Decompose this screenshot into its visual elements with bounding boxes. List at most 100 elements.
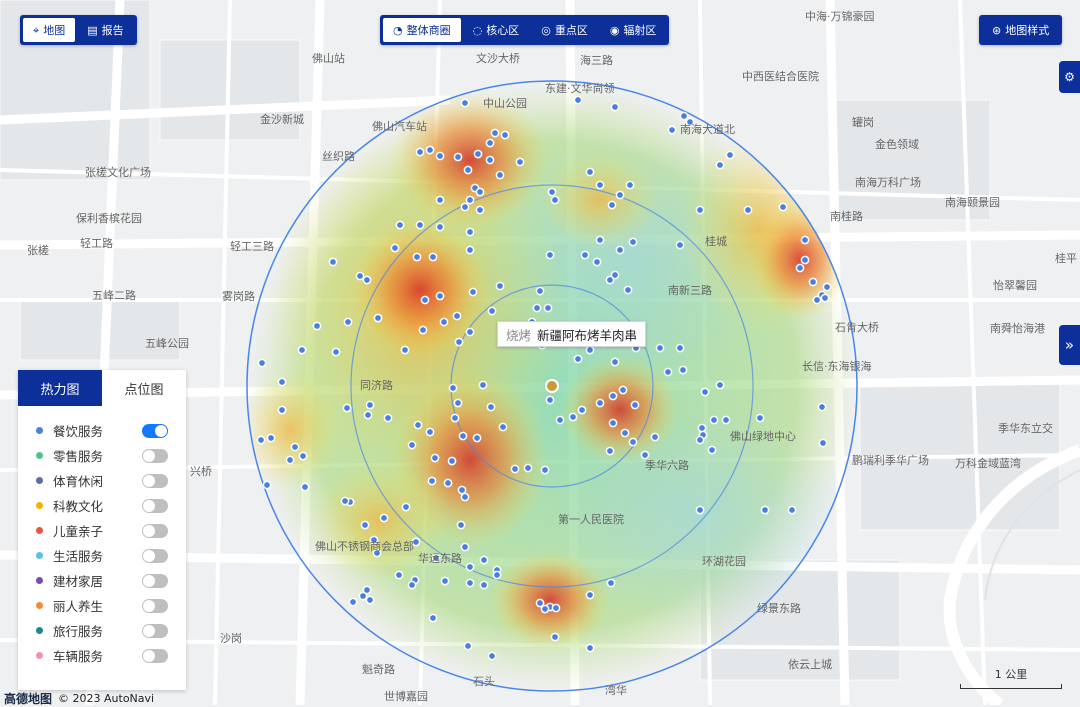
poi-dot[interactable] [440, 576, 450, 586]
poi-dot[interactable] [618, 385, 628, 395]
poi-dot[interactable] [663, 367, 673, 377]
map-style-button[interactable]: ⊛ 地图样式 [979, 15, 1063, 45]
poi-dot[interactable] [695, 505, 705, 515]
poi-dot[interactable] [615, 245, 625, 255]
poi-dot[interactable] [290, 442, 300, 452]
poi-dot[interactable] [620, 428, 630, 438]
poi-dot[interactable] [365, 595, 375, 605]
poi-dot[interactable] [285, 455, 295, 465]
poi-dot[interactable] [568, 412, 578, 422]
poi-dot[interactable] [365, 400, 375, 410]
poi-dot[interactable] [610, 102, 620, 112]
poi-dot[interactable] [450, 413, 460, 423]
poi-dot[interactable] [355, 271, 365, 281]
poi-dot[interactable] [707, 445, 717, 455]
poi-dot[interactable] [415, 147, 425, 157]
poi-dot[interactable] [453, 398, 463, 408]
category-toggle[interactable] [142, 548, 168, 563]
poi-dot[interactable] [257, 358, 267, 368]
poi-dot[interactable] [465, 562, 475, 572]
poi-dot[interactable] [510, 464, 520, 474]
poi-dot[interactable] [778, 202, 788, 212]
poi-dot[interactable] [650, 432, 660, 442]
category-toggle[interactable] [142, 423, 168, 438]
poi-dot[interactable] [628, 237, 638, 247]
poi-dot[interactable] [818, 438, 828, 448]
category-toggle[interactable] [142, 648, 168, 663]
poi-dot[interactable] [460, 542, 470, 552]
poi-dot[interactable] [443, 478, 453, 488]
poi-dot[interactable] [456, 520, 466, 530]
poi-dot[interactable] [458, 431, 468, 441]
poi-dot[interactable] [585, 643, 595, 653]
category-toggle[interactable] [142, 623, 168, 638]
poi-dot[interactable] [427, 476, 437, 486]
poi-dot[interactable] [743, 205, 753, 215]
poi-dot[interactable] [721, 415, 731, 425]
poi-dot[interactable] [277, 377, 287, 387]
poi-dot[interactable] [515, 157, 525, 167]
poi-dot[interactable] [608, 391, 618, 401]
poi-dot[interactable] [787, 505, 797, 515]
poi-dot[interactable] [550, 632, 560, 642]
poi-dot[interactable] [585, 167, 595, 177]
poi-dot[interactable] [540, 465, 550, 475]
poi-dot[interactable] [460, 202, 470, 212]
poi-dot[interactable] [430, 453, 440, 463]
poi-dot[interactable] [415, 220, 425, 230]
poi-dot[interactable] [630, 400, 640, 410]
poi-dot[interactable] [300, 482, 310, 492]
poi-dot[interactable] [523, 463, 533, 473]
category-toggle[interactable] [142, 473, 168, 488]
tab-report[interactable]: ▤ 报告 [77, 18, 133, 42]
poi-dot[interactable] [420, 295, 430, 305]
poi-dot[interactable] [465, 227, 475, 237]
poi-dot[interactable] [460, 98, 470, 108]
tab-heatmap[interactable]: 热力图 [18, 370, 102, 406]
poi-dot[interactable] [340, 496, 350, 506]
poi-dot[interactable] [715, 160, 725, 170]
poi-dot[interactable] [615, 190, 625, 200]
poi-dot[interactable] [550, 195, 560, 205]
poi-dot[interactable] [400, 345, 410, 355]
poi-dot[interactable] [463, 165, 473, 175]
poi-dot[interactable] [675, 240, 685, 250]
poi-dot[interactable] [820, 293, 830, 303]
poi-dot[interactable] [448, 383, 458, 393]
tab-overall-area[interactable]: ◔ 整体商圈 [383, 18, 461, 42]
poi-dot[interactable] [362, 275, 372, 285]
poi-dot[interactable] [473, 149, 483, 159]
poi-dot[interactable] [640, 450, 650, 460]
poi-dot[interactable] [479, 580, 489, 590]
poi-dot[interactable] [679, 111, 689, 121]
poi-dot[interactable] [573, 354, 583, 364]
poi-dot[interactable] [500, 130, 510, 140]
category-toggle[interactable] [142, 598, 168, 613]
poi-dot[interactable] [479, 555, 489, 565]
poi-dot[interactable] [697, 423, 707, 433]
poi-dot[interactable] [700, 387, 710, 397]
poi-dot[interactable] [628, 437, 638, 447]
poi-dot[interactable] [725, 150, 735, 160]
poi-dot[interactable] [362, 585, 372, 595]
expand-panel-tab[interactable]: » [1059, 325, 1080, 365]
poi-dot[interactable] [475, 205, 485, 215]
poi-dot[interactable] [363, 410, 373, 420]
category-toggle[interactable] [142, 523, 168, 538]
poi-dot[interactable] [413, 420, 423, 430]
poi-dot[interactable] [592, 257, 602, 267]
poi-dot[interactable] [407, 440, 417, 450]
poi-dot[interactable] [800, 235, 810, 245]
poi-dot[interactable] [547, 187, 557, 197]
poi-dot[interactable] [610, 357, 620, 367]
poi-dot[interactable] [625, 180, 635, 190]
poi-dot[interactable] [331, 347, 341, 357]
poi-dot[interactable] [463, 641, 473, 651]
poi-dot[interactable] [439, 317, 449, 327]
poi-dot[interactable] [407, 580, 417, 590]
poi-dot[interactable] [573, 95, 583, 105]
poi-dot[interactable] [460, 492, 470, 502]
poi-dot[interactable] [485, 155, 495, 165]
poi-dot[interactable] [465, 327, 475, 337]
poi-dot[interactable] [605, 446, 615, 456]
